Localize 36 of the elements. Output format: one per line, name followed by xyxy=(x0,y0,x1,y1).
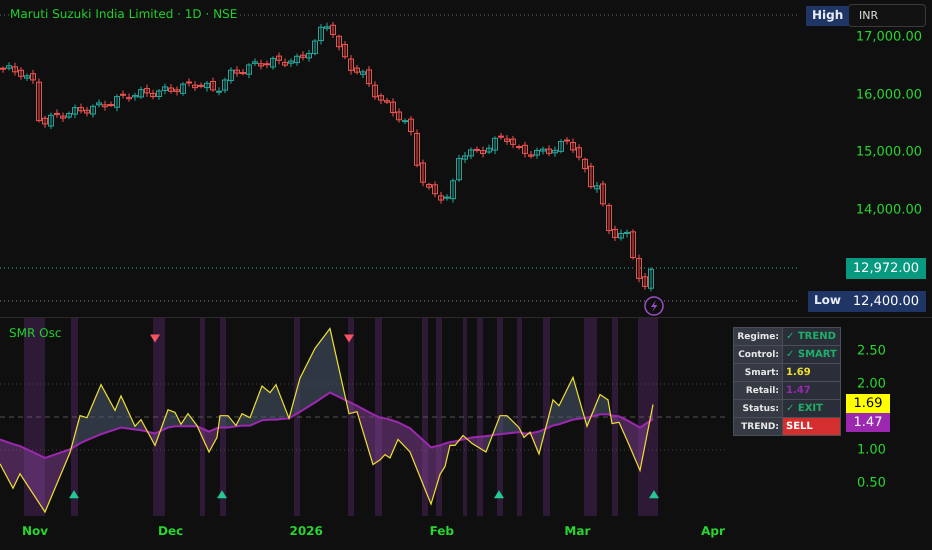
table-label: Retail: xyxy=(734,382,782,400)
time-axis-label: Feb xyxy=(430,524,454,538)
oscillator-axis-label: 1.00 xyxy=(857,442,886,458)
table-value: 1.47 xyxy=(786,385,811,396)
indicator-title: SMR Osc xyxy=(9,326,62,340)
currency-field[interactable]: INR xyxy=(848,4,926,27)
value-badge: 1.69 xyxy=(846,394,890,413)
time-axis-label: Nov xyxy=(22,524,48,538)
value-badge: 1.47 xyxy=(846,413,890,432)
oscillator-axis-label: 2.50 xyxy=(857,344,886,358)
low-price-label: 12,400.00 xyxy=(846,291,926,312)
table-value: 1.69 xyxy=(786,367,811,378)
signal-badge: SELL xyxy=(782,418,840,436)
last-price-label: 12,972.00 xyxy=(846,258,926,279)
time-axis-label: Mar xyxy=(564,524,590,538)
table-label: Smart: xyxy=(734,364,782,382)
chart-title: Maruti Suzuki India Limited · 1D · NSE xyxy=(9,7,238,21)
table-value: ✓ TREND xyxy=(786,331,836,342)
high-label: High xyxy=(806,6,850,26)
table-label: Regime: xyxy=(734,328,782,346)
time-axis-label: Apr xyxy=(701,524,725,538)
lightning-icon xyxy=(644,296,664,316)
price-axis-label: 17,000.00 xyxy=(856,30,922,44)
table-label: Control: xyxy=(734,346,782,364)
price-axis-label: 16,000.00 xyxy=(856,87,922,102)
table-value: ✓ EXIT xyxy=(786,403,823,414)
time-axis-label: Dec xyxy=(158,524,184,538)
table-label: TREND: xyxy=(734,418,782,436)
oscillator-axis-label: 0.50 xyxy=(857,476,886,490)
low-label: Low xyxy=(808,291,847,312)
time-axis-label: 2026 xyxy=(289,524,323,538)
table-value: ✓ SMART xyxy=(786,349,837,360)
price-axis-label: 15,000.00 xyxy=(856,144,922,160)
price-axis-label: 14,000.00 xyxy=(856,202,922,218)
table-label: Status: xyxy=(734,400,782,418)
oscillator-axis-label: 2.00 xyxy=(857,376,886,392)
